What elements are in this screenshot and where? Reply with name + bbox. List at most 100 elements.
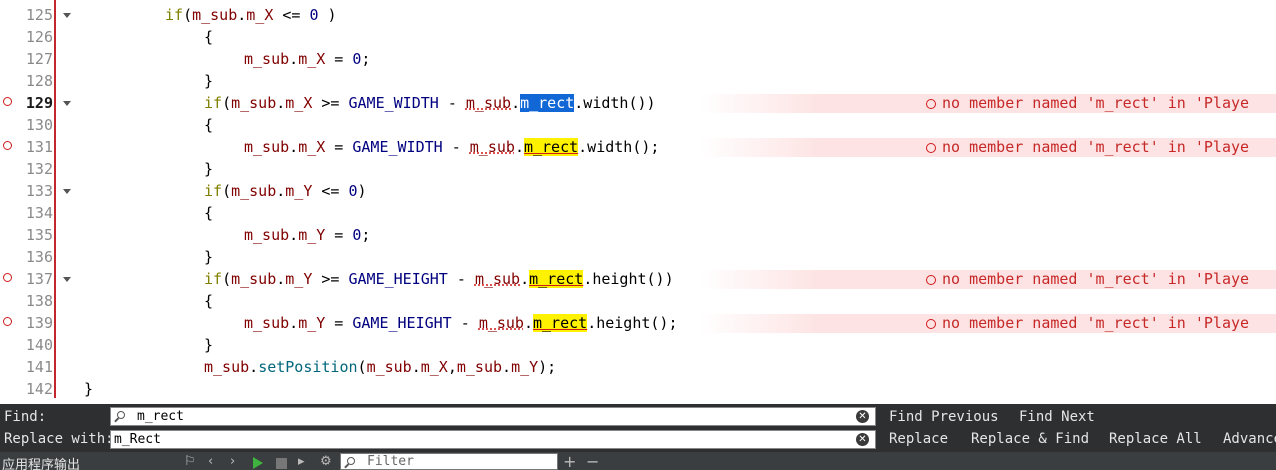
filter-input[interactable]: Filter <box>340 453 558 470</box>
code-line[interactable]: 126 { <box>0 26 1276 48</box>
search-match: m_rect <box>533 314 588 332</box>
advanced-button[interactable]: Advance <box>1223 431 1276 447</box>
code-line[interactable]: 131 m_sub.m_X = GAME_WIDTH - m_sub.m_rec… <box>0 136 1276 158</box>
line-number: 127 <box>25 50 53 68</box>
error-icon[interactable] <box>3 317 12 326</box>
line-gutter: 136 <box>0 246 56 268</box>
selected-match: m_rect <box>520 94 575 112</box>
line-number: 125 <box>25 6 53 24</box>
code-text: { <box>204 204 214 222</box>
code-text: { <box>204 28 214 46</box>
add-button[interactable]: + <box>563 452 576 470</box>
line-number: 130 <box>25 116 53 134</box>
line-number: 134 <box>25 204 53 222</box>
line-number: 135 <box>25 226 53 244</box>
error-icon[interactable] <box>3 97 12 106</box>
code-line[interactable]: 137 if(m_sub.m_Y >= GAME_HEIGHT - m_sub.… <box>0 268 1276 290</box>
code-line[interactable]: 140 } <box>0 334 1276 356</box>
replace-input[interactable]: m_Rect ✕ <box>110 430 876 449</box>
search-icon <box>347 457 355 465</box>
find-label: Find: <box>4 409 47 425</box>
find-previous-button[interactable]: Find Previous <box>889 409 999 425</box>
fold-arrow-icon[interactable] <box>63 101 71 106</box>
chevron-left-icon[interactable]: ‹ <box>208 454 213 469</box>
code-text: if(m_sub.m_X <= 0 ) <box>165 6 337 24</box>
code-line[interactable]: 138 { <box>0 290 1276 312</box>
code-line[interactable]: 125 if(m_sub.m_X <= 0 ) <box>0 4 1276 26</box>
find-replace-bar: Find: m_rect ✕ Find Previous Find Next R… <box>0 404 1276 452</box>
clear-icon[interactable]: ✕ <box>856 433 869 446</box>
code-line[interactable]: 135 m_sub.m_Y = 0; <box>0 224 1276 246</box>
line-gutter: 139 <box>0 312 56 334</box>
code-text: { <box>204 292 214 310</box>
code-editor[interactable]: 125 if(m_sub.m_X <= 0 ) 126 { 127 m_sub.… <box>0 0 1276 404</box>
search-match: m_rect <box>529 270 584 288</box>
replace-and-find-button[interactable]: Replace & Find <box>971 431 1089 447</box>
output-pane-toolbar: 应用程序输出 ⚐ ‹ › ▸ ⚙ Filter + − <box>0 452 1276 470</box>
error-annotation[interactable]: no member named 'm_rect' in 'Playe <box>926 92 1249 114</box>
error-annotation[interactable]: no member named 'm_rect' in 'Playe <box>926 268 1249 290</box>
clean-icon[interactable]: ⚐ <box>184 454 196 469</box>
fold-arrow-icon[interactable] <box>63 189 71 194</box>
line-gutter: 138 <box>0 290 56 312</box>
line-gutter: 140 <box>0 334 56 356</box>
code-text: m_sub.m_Y = 0; <box>244 226 371 244</box>
run-icon[interactable] <box>253 457 263 469</box>
line-number: 133 <box>25 182 53 200</box>
line-gutter: 142 <box>0 378 56 400</box>
code-text: } <box>204 248 214 266</box>
error-icon[interactable] <box>3 141 12 150</box>
line-number: 139 <box>25 314 53 332</box>
code-text: m_sub.m_X = GAME_WIDTH - m_sub.m_rect.wi… <box>244 138 660 156</box>
error-icon <box>926 319 936 329</box>
code-line[interactable]: 128 } <box>0 70 1276 92</box>
search-icon[interactable] <box>117 411 125 419</box>
line-number: 126 <box>25 28 53 46</box>
code-text: } <box>204 72 214 90</box>
find-input[interactable]: m_rect ✕ <box>110 407 876 426</box>
code-text: { <box>204 116 214 134</box>
code-line[interactable]: 139 m_sub.m_Y = GAME_HEIGHT - m_sub.m_re… <box>0 312 1276 334</box>
search-match: m_rect <box>523 138 579 156</box>
code-line[interactable]: 127 m_sub.m_X = 0; <box>0 48 1276 70</box>
error-icon <box>926 143 936 153</box>
line-number: 142 <box>25 380 53 398</box>
replace-all-button[interactable]: Replace All <box>1109 431 1202 447</box>
replace-label: Replace with: <box>4 431 114 447</box>
stop-icon[interactable] <box>276 458 287 469</box>
line-number: 138 <box>25 292 53 310</box>
line-number: 140 <box>25 336 53 354</box>
fold-arrow-icon[interactable] <box>63 277 71 282</box>
code-line[interactable]: 134 { <box>0 202 1276 224</box>
error-annotation[interactable]: no member named 'm_rect' in 'Playe <box>926 312 1249 334</box>
line-gutter: 133 <box>0 180 56 202</box>
chevron-right-icon[interactable]: › <box>230 454 235 469</box>
line-gutter: 135 <box>0 224 56 246</box>
code-line[interactable]: 130 { <box>0 114 1276 136</box>
remove-button[interactable]: − <box>586 452 599 470</box>
clear-icon[interactable]: ✕ <box>856 410 869 423</box>
settings-icon[interactable]: ⚙ <box>320 454 332 469</box>
replace-value: m_Rect <box>114 432 161 447</box>
next-icon[interactable]: ▸ <box>298 454 305 469</box>
code-text: m_sub.m_Y = GAME_HEIGHT - m_sub.m_rect.h… <box>244 314 678 332</box>
code-text: } <box>84 380 94 398</box>
error-annotation[interactable]: no member named 'm_rect' in 'Playe <box>926 136 1249 158</box>
code-line[interactable]: 132 } <box>0 158 1276 180</box>
fold-arrow-icon[interactable] <box>63 13 71 18</box>
code-line[interactable]: 141 m_sub.setPosition(m_sub.m_X,m_sub.m_… <box>0 356 1276 378</box>
replace-button[interactable]: Replace <box>889 431 948 447</box>
code-text: if(m_sub.m_X >= GAME_WIDTH - m_sub.m_rec… <box>204 94 656 112</box>
code-line[interactable]: 133 if(m_sub.m_Y <= 0) <box>0 180 1276 202</box>
code-line[interactable]: 142 } <box>0 378 1276 400</box>
line-number: 137 <box>25 270 53 288</box>
code-text: if(m_sub.m_Y <= 0) <box>204 182 367 200</box>
filter-placeholder: Filter <box>367 454 414 469</box>
error-icon[interactable] <box>3 273 12 282</box>
find-next-button[interactable]: Find Next <box>1019 409 1095 425</box>
find-value: m_rect <box>137 409 184 424</box>
line-number: 141 <box>25 358 53 376</box>
code-line[interactable]: 129 if(m_sub.m_X >= GAME_WIDTH - m_sub.m… <box>0 92 1276 114</box>
code-line[interactable]: 136 } <box>0 246 1276 268</box>
line-gutter: 134 <box>0 202 56 224</box>
